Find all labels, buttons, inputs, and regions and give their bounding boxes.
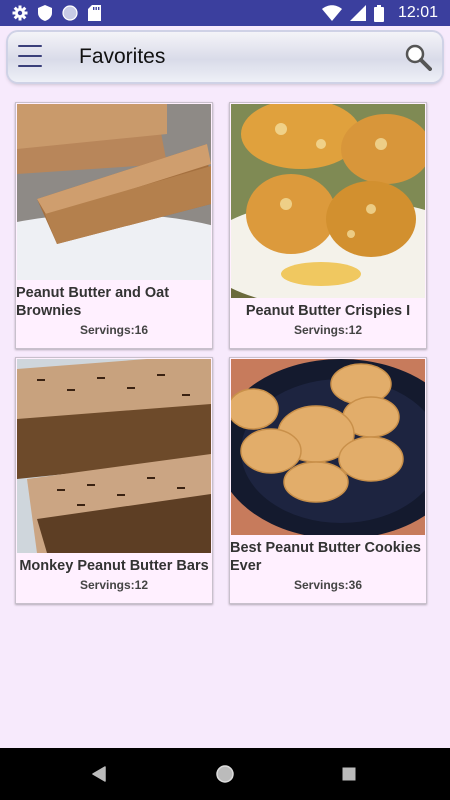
status-bar: 12:01 (0, 0, 450, 26)
recipe-image (17, 359, 211, 553)
recents-square-icon[interactable] (342, 767, 356, 781)
search-icon[interactable] (404, 43, 432, 71)
signal-icon (349, 5, 366, 21)
recipe-servings: Servings:12 (293, 323, 363, 337)
recipe-card[interactable]: Best Peanut Butter Cookies Ever Servings… (229, 357, 427, 604)
sd-card-icon (88, 5, 101, 21)
status-time: 12:01 (397, 4, 438, 21)
recipe-name: Peanut Butter and Oat Brownies (16, 285, 170, 319)
battery-icon (373, 4, 384, 22)
back-triangle-icon[interactable] (92, 766, 106, 782)
recipe-card[interactable]: Peanut Butter and Oat Brownies Servings:… (15, 102, 213, 349)
circle-icon (62, 5, 78, 21)
wifi-icon (321, 5, 342, 21)
recipe-image (231, 359, 425, 535)
recipe-card[interactable]: Peanut Butter Crispies I Servings:12 (229, 102, 427, 349)
app-bar: Favorites (8, 32, 442, 82)
recipe-servings: Servings:12 (79, 578, 149, 592)
recipe-name: Monkey Peanut Butter Bars (19, 558, 209, 574)
page-title: Favorites (79, 45, 166, 68)
gear-icon (12, 5, 28, 21)
recipe-servings: Servings:16 (79, 323, 149, 337)
recipe-name: Peanut Butter Crispies I (245, 303, 411, 319)
navigation-bar (0, 748, 450, 800)
recipe-servings: Servings:36 (293, 578, 363, 592)
recipe-card[interactable]: Monkey Peanut Butter Bars Servings:12 (15, 357, 213, 604)
recipe-image (17, 104, 211, 280)
recipe-name: Best Peanut Butter Cookies Ever (230, 540, 421, 574)
hamburger-menu-icon[interactable] (18, 45, 42, 67)
recipe-image (231, 104, 425, 298)
home-circle-icon[interactable] (215, 764, 235, 784)
shield-icon (38, 5, 52, 21)
